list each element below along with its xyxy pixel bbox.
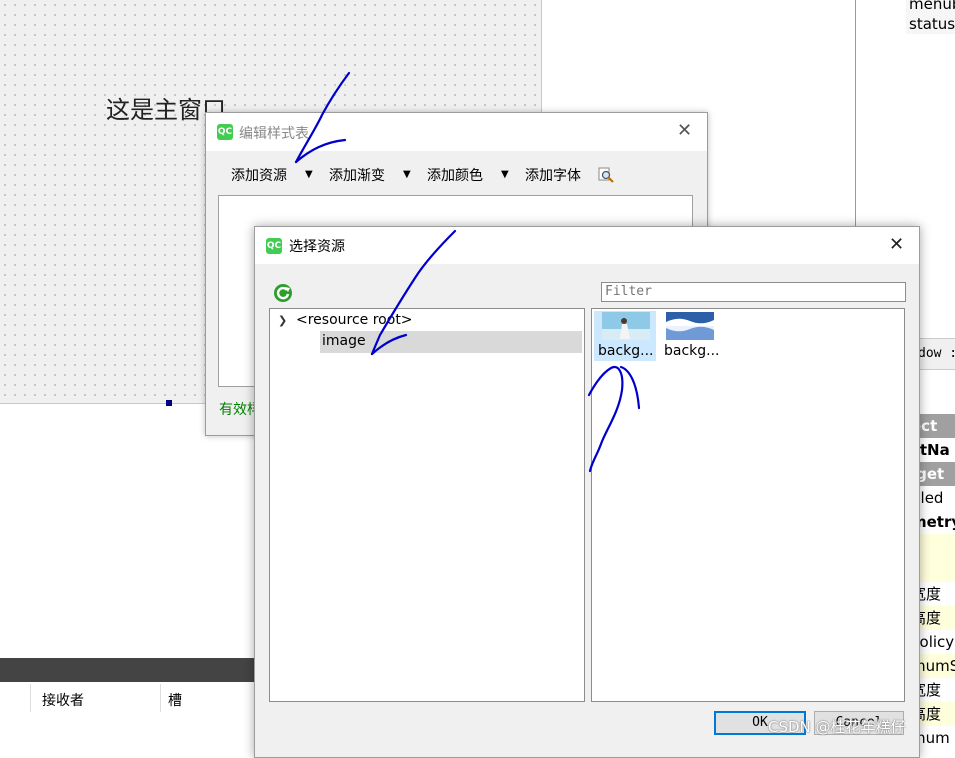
object-inspector-list: menub statusb	[906, 0, 955, 34]
column-divider	[30, 684, 31, 712]
column-divider	[160, 684, 161, 712]
watermark: CSDN @桂花年糕仔	[768, 718, 906, 736]
close-icon[interactable]: ✕	[889, 234, 904, 255]
object-item-menubar[interactable]: menub	[906, 0, 955, 14]
file-name: backg...	[598, 343, 654, 359]
add-gradient-button[interactable]: 添加渐变	[329, 165, 385, 185]
qt-app-icon: QC	[266, 238, 282, 254]
add-color-button[interactable]: 添加颜色	[427, 165, 483, 185]
select-resource-titlebar[interactable]: QC 选择资源 ✕	[255, 227, 919, 264]
file-name: backg...	[664, 343, 720, 359]
select-resource-title: 选择资源	[289, 239, 345, 255]
object-item-statusbar[interactable]: statusb	[906, 14, 955, 34]
signal-slot-row	[0, 682, 260, 714]
file-item[interactable]: backg...	[660, 311, 722, 361]
signal-slot-panel-header	[0, 658, 260, 682]
image-thumbnail	[602, 312, 650, 340]
file-item[interactable]: backg...	[594, 311, 656, 361]
property-filter-header: dow :	[918, 338, 955, 370]
dropdown-arrow-icon[interactable]: ▼	[501, 169, 509, 180]
stylesheet-dialog-title: 编辑样式表	[239, 126, 309, 142]
qt-app-icon: QC	[217, 124, 233, 140]
add-font-button[interactable]: 添加字体	[525, 165, 581, 185]
tree-item-resource-root[interactable]: ❯ <resource root>	[278, 312, 413, 328]
resize-handle[interactable]	[166, 400, 172, 406]
tree-item-label: image	[322, 333, 366, 349]
reload-icon[interactable]	[273, 283, 293, 303]
column-header-receiver[interactable]: 接收者	[42, 690, 84, 710]
resource-file-view[interactable]: backg... backg...	[591, 308, 905, 702]
select-resource-dialog: QC 选择资源 ✕ ❯<resource root> image backg..…	[254, 226, 920, 758]
image-thumbnail	[666, 312, 714, 340]
tree-item-image[interactable]: image	[320, 331, 582, 353]
column-header-slot[interactable]: 槽	[168, 690, 182, 710]
magnifier-icon[interactable]	[598, 167, 614, 183]
panel-divider	[855, 0, 856, 230]
add-resource-button[interactable]: 添加资源	[231, 165, 287, 185]
chevron-down-icon[interactable]: ❯	[278, 314, 296, 327]
resource-tree[interactable]: ❯ <resource root> image	[269, 308, 585, 702]
filter-input[interactable]	[601, 282, 906, 302]
close-icon[interactable]: ✕	[677, 120, 692, 141]
dropdown-arrow-icon[interactable]: ▼	[403, 169, 411, 180]
stylesheet-dialog-titlebar[interactable]: QC 编辑样式表 ✕	[206, 113, 707, 151]
dropdown-arrow-icon[interactable]: ▼	[305, 169, 313, 180]
tree-item-label: <resource root>	[296, 312, 413, 328]
